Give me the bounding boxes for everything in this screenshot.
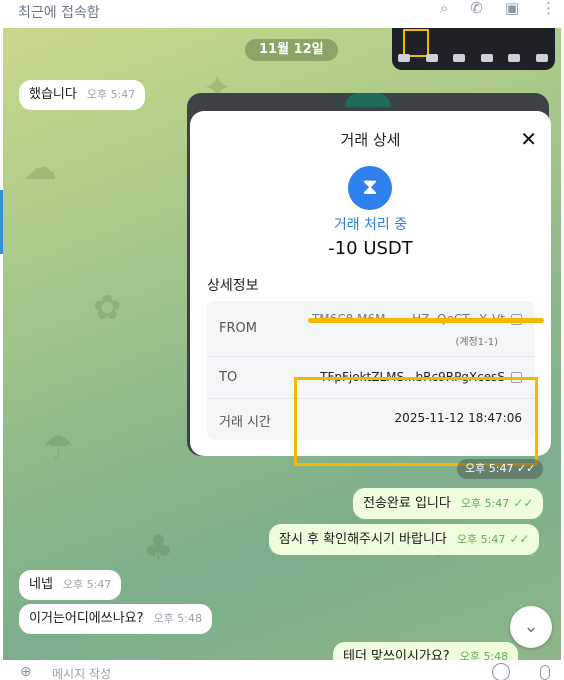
scroll-down-button[interactable]: ⌄	[510, 606, 552, 648]
date-separator: 11월 12일	[245, 39, 338, 61]
tether-logo-icon	[345, 93, 391, 107]
phone-icon[interactable]: ✆	[470, 1, 483, 16]
message-bubble[interactable]: 이거는어디에쓰나요? 오후 5:48	[19, 604, 212, 634]
highlight-box	[294, 377, 538, 466]
search-icon[interactable]: ⌕	[440, 1, 448, 16]
time-label: 거래 시간	[219, 415, 271, 430]
transaction-status: 거래 처리 중	[333, 217, 408, 233]
transaction-amount: -10 USDT	[328, 238, 413, 259]
from-label: FROM	[219, 321, 257, 336]
message-bubble[interactable]: 테더 맞쓰이시가요? 오후 5:48	[333, 642, 519, 660]
microphone-icon[interactable]	[540, 665, 550, 680]
phone-screenshot-thumbnail[interactable]	[392, 28, 555, 70]
doodle-icon: ☂	[43, 428, 74, 468]
doodle-icon: ☁	[23, 148, 57, 188]
doodle-icon: ✿	[93, 288, 122, 328]
close-icon[interactable]: ✕	[520, 127, 537, 151]
from-account: (계정1-1)	[455, 337, 498, 348]
read-check-icon: ✓✓	[509, 532, 530, 546]
chat-header: 최근에 접속함 ⌕ ✆ ▣ ⋮	[0, 0, 564, 28]
from-row: FROM TM6C8 M6M...... HZ..QeCT...Y..Vt (계…	[207, 301, 544, 357]
card-title: 거래 상세	[340, 131, 401, 149]
doodle-icon: ♣	[143, 528, 174, 568]
read-check-icon: ✓✓	[513, 496, 534, 510]
highlight-box	[403, 29, 429, 57]
image-timestamp: 오후 5:47 ✓✓	[457, 459, 544, 479]
attach-icon[interactable]: ⊕	[20, 664, 32, 680]
redaction-mark	[308, 318, 544, 323]
read-check-icon: ✓✓	[516, 462, 536, 475]
hourglass-icon: ⧗	[348, 166, 392, 210]
message-bubble[interactable]: 했습니다 오후 5:47	[19, 80, 146, 110]
sidebar-icon[interactable]: ▣	[505, 1, 519, 16]
thumbnail-nav	[398, 54, 548, 62]
emoji-icon[interactable]	[492, 663, 510, 680]
to-label: TO	[219, 370, 238, 385]
header-actions: ⌕ ✆ ▣ ⋮	[440, 0, 556, 16]
message-composer: ⊕ 메시지 작성	[0, 660, 564, 680]
message-input[interactable]: 메시지 작성	[52, 665, 111, 680]
message-bubble[interactable]: 네넵 오후 5:47	[19, 570, 122, 600]
section-title: 상세정보	[207, 278, 259, 294]
last-seen-status: 최근에 접속함	[18, 5, 100, 21]
more-icon[interactable]: ⋮	[541, 1, 556, 16]
message-bubble[interactable]: 전송완료 입니다 오후 5:47 ✓✓	[353, 488, 544, 519]
message-bubble[interactable]: 잠시 후 확인해주시기 바랍니다 오후 5:47 ✓✓	[269, 524, 540, 555]
